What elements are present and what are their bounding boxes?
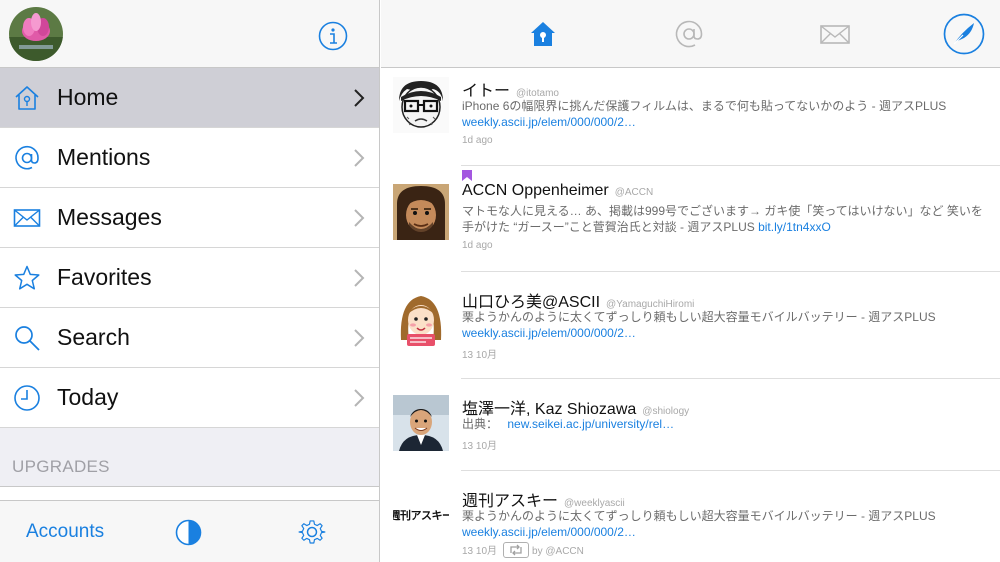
timeline-panel: イトー @itotamo iPhone 6の幅限界に挑んだ保護フィルムは、まるで何… (381, 0, 1000, 562)
tweet-link[interactable]: weekly.ascii.jp/elem/000/000/2… (462, 326, 636, 340)
tweet-author-handle[interactable]: @ACCN (615, 187, 654, 198)
sidebar-item-home[interactable]: Home (0, 68, 379, 128)
home-icon (13, 84, 41, 112)
envelope-icon[interactable] (819, 18, 851, 50)
tweet-body: iPhone 6の幅限界に挑んだ保護フィルムは、まるで何も貼ってないかのよう -… (462, 99, 947, 113)
tweet-timestamp-row: 13 10月 by @ACCN (462, 542, 584, 559)
chevron-right-icon (352, 268, 366, 288)
gear-icon[interactable] (298, 518, 326, 546)
tweet-text: 栗ようかんのように太くてずっしり頼もしい超大容量モバイルバッテリー - 週アスP… (462, 309, 988, 341)
info-icon[interactable] (318, 21, 348, 51)
chevron-right-icon (352, 328, 366, 348)
user-avatar[interactable]: 週刊アスキー (393, 487, 449, 543)
tweet-text: 出典： new.seikei.ac.jp/university/rel… (462, 416, 988, 432)
envelope-icon (13, 204, 41, 232)
sidebar-item-label: Messages (57, 204, 162, 230)
clock-icon (13, 384, 41, 412)
chevron-right-icon (352, 148, 366, 168)
retweeted-by[interactable]: by @ACCN (532, 546, 584, 557)
tweet-link[interactable]: new.seikei.ac.jp/university/rel… (507, 417, 674, 431)
tweet-timestamp: 13 10月 (462, 546, 498, 557)
tweet-body: 栗ようかんのように太くてずっしり頼もしい超大容量モバイルバッテリー - 週アスP… (462, 310, 936, 324)
profile-avatar[interactable] (9, 7, 63, 61)
sidebar-item-today[interactable]: Today (0, 368, 379, 428)
tweet-body: 出典： (462, 417, 499, 431)
user-avatar[interactable] (393, 395, 449, 451)
tweet-timestamp: 1d ago (462, 240, 493, 251)
tweet-header: ACCN Oppenheimer @ACCN (462, 182, 653, 200)
tweet-timestamp: 13 10月 (462, 441, 498, 452)
sidebar-header (0, 0, 379, 68)
tweet-text: iPhone 6の幅限界に挑んだ保護フィルムは、まるで何も貼ってないかのよう -… (462, 98, 988, 130)
sidebar-item-label: Favorites (57, 264, 152, 290)
tweet-row[interactable]: 山口ひろ美@ASCII @YamaguchiHiromi 栗ようかんのように太くて… (381, 272, 1000, 378)
at-icon (13, 144, 41, 172)
tweet-row[interactable]: イトー @itotamo iPhone 6の幅限界に挑んだ保護フィルムは、まるで何… (381, 69, 1000, 165)
chevron-right-icon (352, 208, 366, 228)
user-avatar[interactable] (393, 77, 449, 133)
home-icon[interactable] (527, 18, 559, 50)
user-avatar[interactable] (393, 184, 449, 240)
search-icon (13, 324, 41, 352)
tweet-link[interactable]: weekly.ascii.jp/elem/000/000/2… (462, 115, 636, 129)
tweet-row[interactable]: 週刊アスキー 週刊アスキー @weeklyascii 栗ようかんのように太くてずっ… (381, 471, 1000, 562)
tweet-body: マトモな人に見える… あ、掲載は999号でございます→ ガキ使「笑ってはいけない… (462, 204, 983, 234)
tweet-text: マトモな人に見える… あ、掲載は999号でございます→ ガキ使「笑ってはいけない… (462, 203, 988, 235)
sidebar-menu: Home Mentions Messages Favorites Search … (0, 68, 379, 428)
tweet-timestamp: 13 10月 (462, 350, 498, 361)
tweet-link[interactable]: weekly.ascii.jp/elem/000/000/2… (462, 525, 636, 539)
sidebar-item-mentions[interactable]: Mentions (0, 128, 379, 188)
sidebar-item-favorites[interactable]: Favorites (0, 248, 379, 308)
user-avatar[interactable] (393, 290, 449, 346)
accounts-button[interactable]: Accounts (26, 521, 104, 543)
half-circle-icon[interactable] (175, 519, 202, 546)
star-icon (13, 264, 41, 292)
retweet-icon (503, 542, 530, 559)
upgrades-row[interactable] (0, 486, 379, 500)
sidebar-item-label: Today (57, 384, 119, 410)
chevron-right-icon (352, 88, 366, 108)
sidebar-item-search[interactable]: Search (0, 308, 379, 368)
sidebar-item-label: Home (57, 84, 119, 110)
bookmark-icon (462, 168, 472, 181)
quill-icon[interactable] (943, 13, 985, 55)
tweet-row[interactable]: 塩澤一洋, Kaz Shiozawa @shiology 出典： new.seik… (381, 379, 1000, 470)
tweet-row[interactable]: ACCN Oppenheimer @ACCN マトモな人に見える… あ、掲載は99… (381, 166, 1000, 271)
tweet-body: 栗ようかんのように太くてずっしり頼もしい超大容量モバイルバッテリー - 週アスP… (462, 509, 936, 523)
sidebar: Home Mentions Messages Favorites Search … (0, 0, 380, 562)
sidebar-item-label: Search (57, 324, 130, 350)
upgrades-section-title: UPGRADES (12, 457, 110, 476)
at-icon[interactable] (673, 18, 705, 50)
sidebar-item-label: Mentions (57, 144, 151, 170)
tweet-link[interactable]: bit.ly/1tn4xxO (758, 220, 831, 234)
tweet-text: 栗ようかんのように太くてずっしり頼もしい超大容量モバイルバッテリー - 週アスP… (462, 508, 988, 540)
timeline-toolbar (381, 0, 1000, 68)
tweet-timestamp: 1d ago (462, 135, 493, 146)
chevron-right-icon (352, 388, 366, 408)
tweet-author-name[interactable]: ACCN Oppenheimer (462, 182, 609, 199)
sidebar-item-messages[interactable]: Messages (0, 188, 379, 248)
weekly-ascii-logo: 週刊アスキー (393, 510, 449, 522)
sidebar-footer: Accounts (0, 500, 379, 562)
